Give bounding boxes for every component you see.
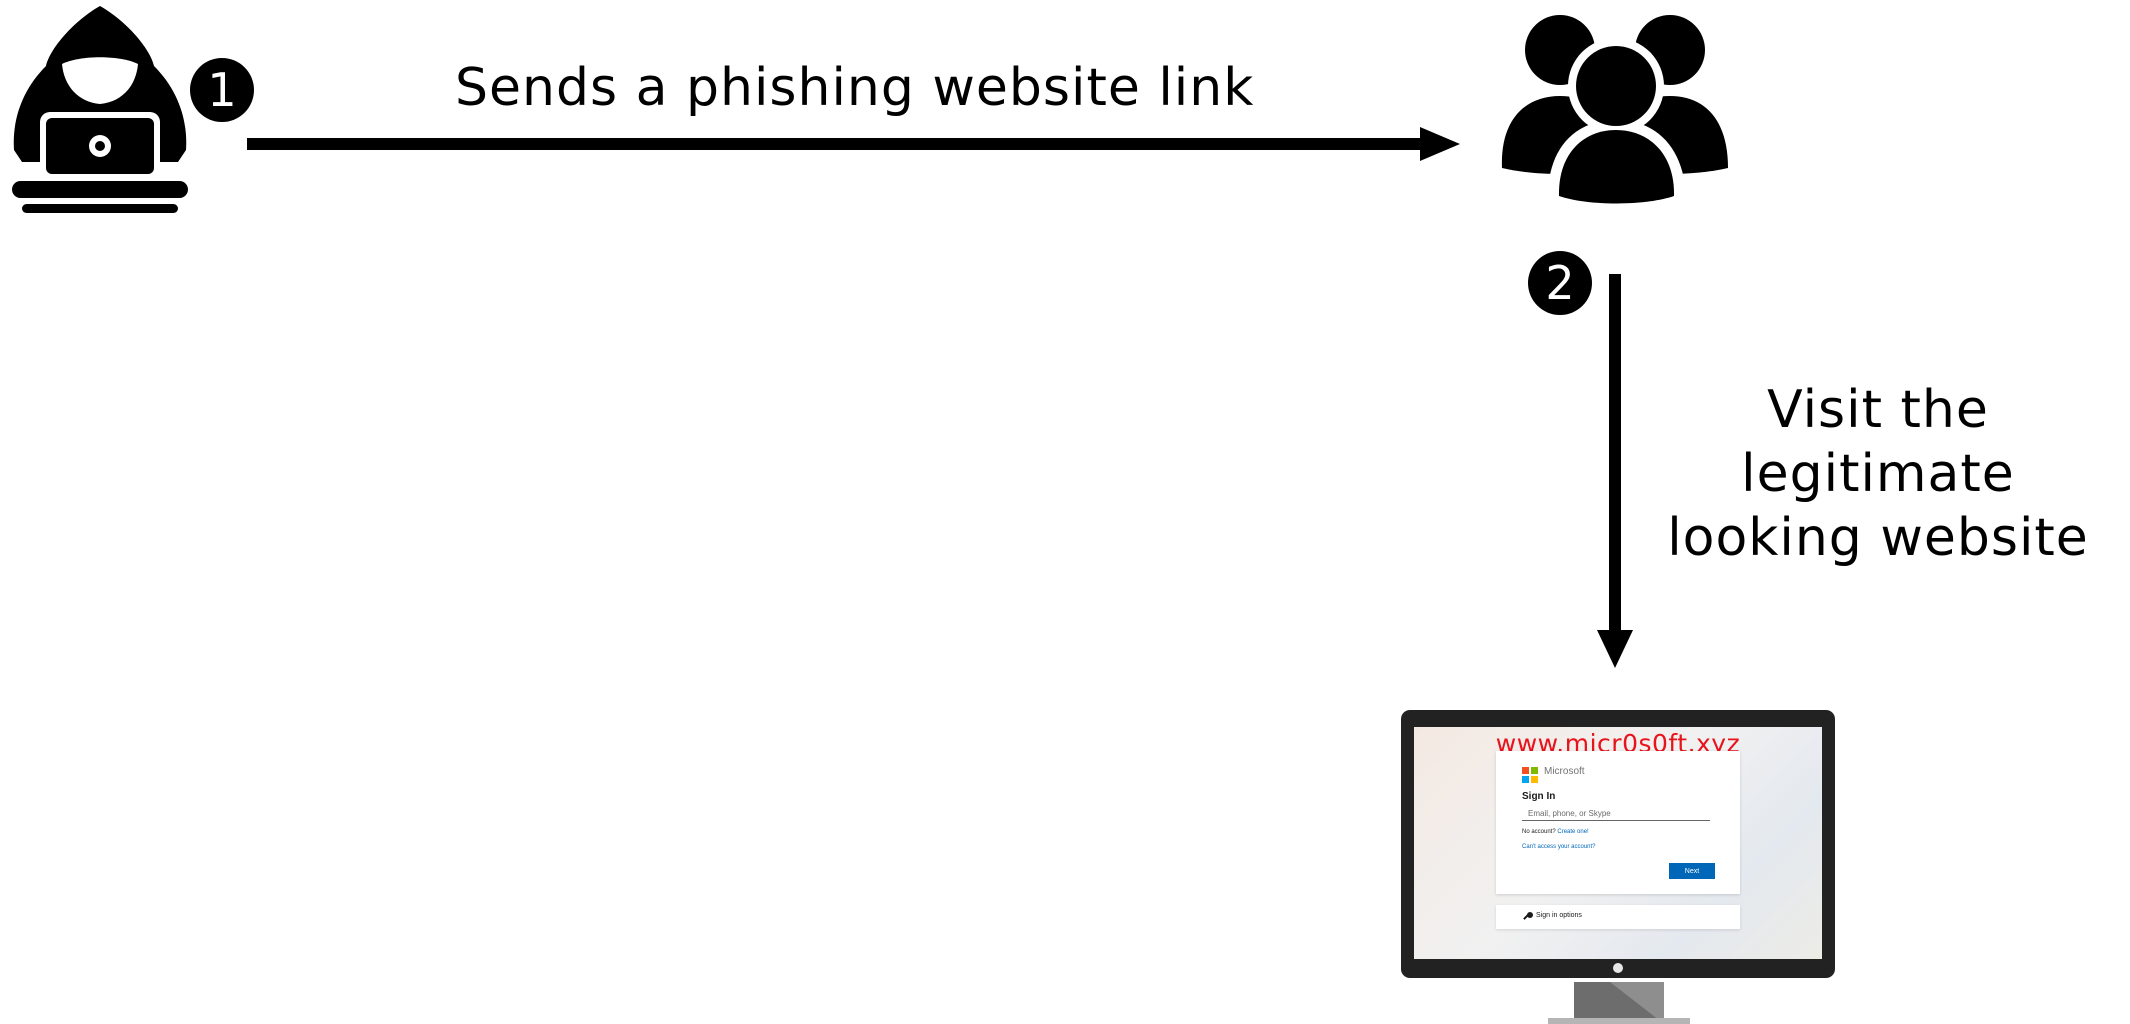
signin-card: Microsoft Sign In No account? Create one… <box>1496 751 1740 894</box>
no-account-label: No account? <box>1522 829 1556 835</box>
user-group-icon <box>1501 15 1728 210</box>
key-icon <box>1523 912 1533 920</box>
step-2-badge: 2 <box>1528 251 1592 315</box>
step-2-number: 2 <box>1545 256 1574 310</box>
microsoft-logo-icon <box>1522 767 1538 783</box>
signin-title: Sign In <box>1522 791 1556 802</box>
no-account-text: No account? Create one! <box>1522 829 1589 835</box>
step-1-number: 1 <box>207 63 236 117</box>
next-button[interactable]: Next <box>1669 863 1715 879</box>
create-account-link[interactable]: Create one! <box>1557 829 1588 835</box>
step-2-label-line-2: looking website <box>1667 508 2089 568</box>
hooded-hacker-with-laptop-icon <box>12 6 188 213</box>
monitor-screen: www.micr0s0ft.xyz Microsoft Sign In No a… <box>1414 727 1822 959</box>
cant-access-link[interactable]: Can't access your account? <box>1522 844 1596 850</box>
email-field[interactable] <box>1522 807 1710 821</box>
step-1-badge: 1 <box>190 58 254 122</box>
signin-options-button[interactable]: Sign in options <box>1496 905 1740 929</box>
brand-name: Microsoft <box>1544 766 1585 777</box>
arrow-attacker-to-victims <box>247 127 1460 161</box>
step-1-label: Sends a phishing website link <box>455 58 1255 118</box>
step-2-label: Visit the legitimate looking website <box>1628 378 2128 570</box>
step-2-label-line-1: Visit the legitimate <box>1741 380 2015 504</box>
signin-options-label: Sign in options <box>1536 912 1582 919</box>
